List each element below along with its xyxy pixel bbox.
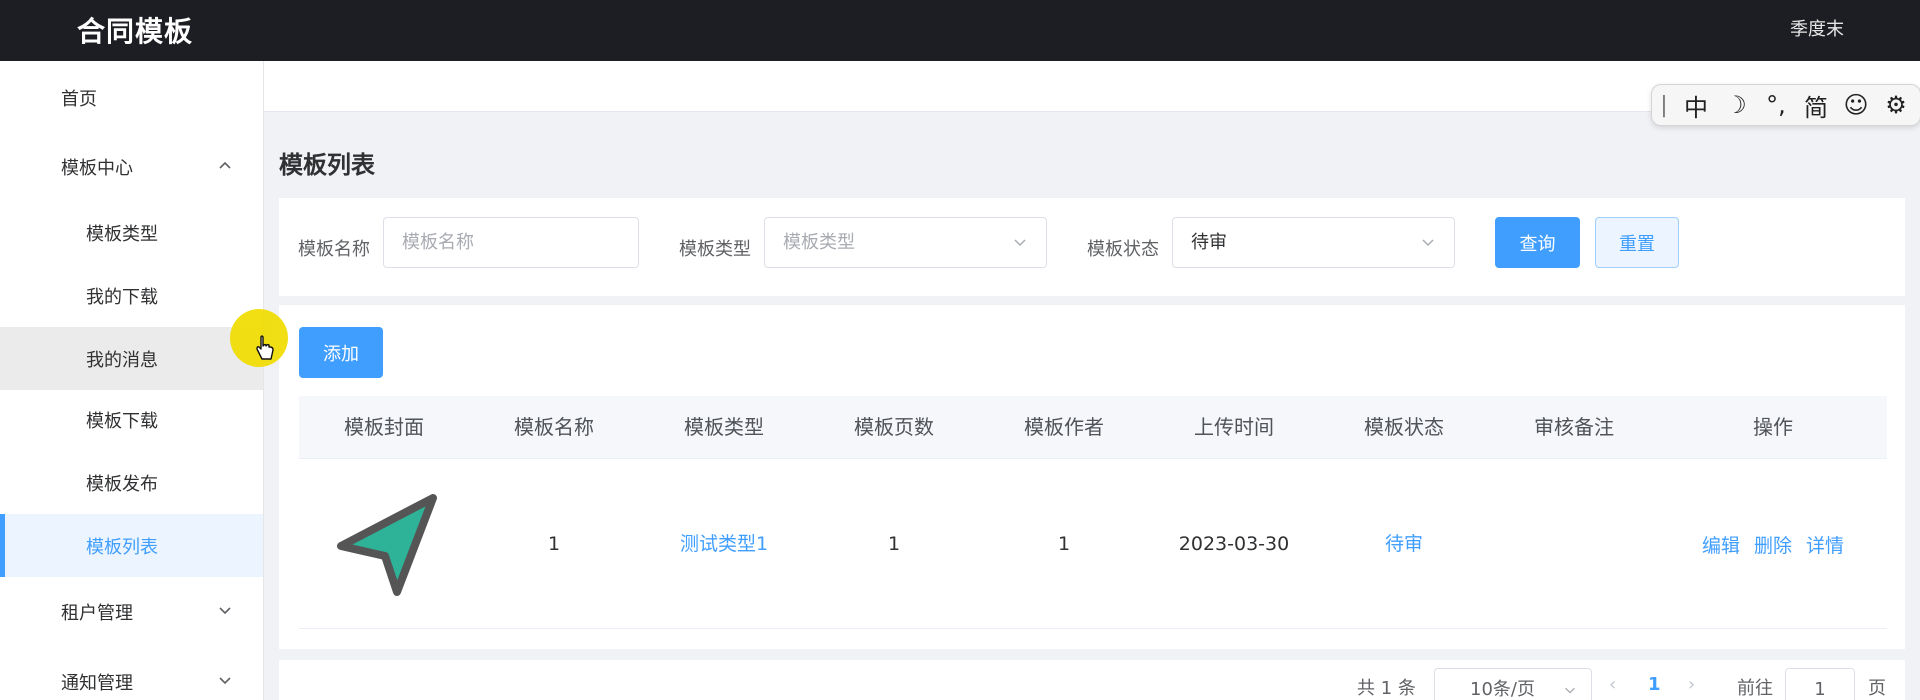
emoji-icon[interactable]: ☺ xyxy=(1836,85,1876,125)
drag-handle-icon[interactable]: | xyxy=(1652,85,1676,125)
total-count: 共 1 条 xyxy=(1357,678,1416,699)
sidebar-item-home[interactable]: 首页 xyxy=(0,66,263,129)
gear-icon[interactable]: ⚙ xyxy=(1876,85,1916,125)
cell-author: 1 xyxy=(1057,533,1071,555)
sidebar-item-label: 模板下载 xyxy=(86,410,158,432)
goto-page-input[interactable]: 1 xyxy=(1785,668,1855,700)
sidebar-item-my-messages[interactable]: 我的消息 xyxy=(0,327,263,390)
cell-upload-time: 2023-03-30 xyxy=(1178,533,1290,555)
column-header: 上传时间 xyxy=(1194,415,1274,439)
template-type-select[interactable]: 模板类型 xyxy=(764,217,1047,268)
sidebar-item-label: 模板发布 xyxy=(86,473,158,495)
column-header: 模板名称 xyxy=(514,415,594,439)
chevron-up-icon xyxy=(219,161,231,169)
sidebar-item-label: 模板中心 xyxy=(61,157,133,179)
chevron-down-icon xyxy=(1014,239,1026,247)
sidebar-item-label: 通知管理 xyxy=(61,672,133,694)
template-name-label: 模板名称 xyxy=(298,239,370,260)
table-row: 1 测试类型1 1 1 2023-03-30 待审 编辑 删除 详情 xyxy=(299,459,1887,629)
page-suffix: 页 xyxy=(1868,678,1886,699)
sidebar-item-label: 租户管理 xyxy=(61,602,133,624)
app-title: 合同模板 xyxy=(77,15,194,48)
column-header: 操作 xyxy=(1753,415,1793,439)
column-header: 模板作者 xyxy=(1024,415,1104,439)
sidebar-item-template-list[interactable]: 模板列表 xyxy=(0,514,263,577)
sidebar-item-label: 模板列表 xyxy=(86,536,158,558)
template-type-label: 模板类型 xyxy=(679,239,751,260)
hand-cursor-icon xyxy=(256,335,274,360)
sidebar-item-template-publish[interactable]: 模板发布 xyxy=(0,451,263,514)
main-content: 模板列表 模板名称 模板名称 模板类型 模板类型 模板状态 待审 查询 重置 添… xyxy=(264,61,1920,700)
simplified-icon[interactable]: 简 xyxy=(1796,85,1836,125)
cell-pages: 1 xyxy=(887,533,901,555)
edit-link[interactable]: 编辑 xyxy=(1702,531,1740,558)
detail-link[interactable]: 详情 xyxy=(1806,531,1844,558)
chevron-down-icon xyxy=(219,677,231,685)
table-card: 添加 模板封面 模板名称 模板类型 模板页数 模板作者 上传时间 模板状态 审核… xyxy=(279,305,1905,649)
goto-label: 前往 xyxy=(1737,678,1773,699)
row-actions: 编辑 删除 详情 xyxy=(1659,459,1887,629)
page-size-value: 10条/页 xyxy=(1470,679,1535,700)
page-number[interactable]: 1 xyxy=(1648,674,1661,695)
table-header: 模板封面 模板名称 模板类型 模板页数 模板作者 上传时间 模板状态 审核备注 … xyxy=(299,396,1887,459)
sidebar-item-label: 我的下载 xyxy=(86,286,158,308)
template-status-value: 待审 xyxy=(1191,232,1227,253)
chinese-mode-icon[interactable]: 中 xyxy=(1676,85,1716,125)
paper-plane-icon xyxy=(337,494,437,596)
user-menu[interactable]: 季度末 xyxy=(1790,15,1844,41)
sidebar-item-tenant-management[interactable]: 租户管理 xyxy=(0,580,263,643)
column-header: 模板状态 xyxy=(1364,415,1444,439)
cell-name: 1 xyxy=(547,533,561,555)
sidebar-item-label: 首页 xyxy=(61,88,97,110)
sidebar-item-label: 我的消息 xyxy=(86,349,158,371)
page-title: 模板列表 xyxy=(279,151,375,179)
sidebar-item-template-download[interactable]: 模板下载 xyxy=(0,388,263,451)
sidebar-item-notification-management[interactable]: 通知管理 xyxy=(0,650,263,700)
cell-status: 待审 xyxy=(1384,533,1423,555)
column-header: 模板类型 xyxy=(684,415,764,439)
punctuation-icon[interactable]: °, xyxy=(1756,85,1796,125)
sidebar-item-label: 模板类型 xyxy=(86,223,158,245)
sidebar: 首页 模板中心 模板类型 我的下载 我的消息 模板下载 模板发布 模板列表 租户… xyxy=(0,61,264,700)
cell-type-link[interactable]: 测试类型1 xyxy=(639,459,809,629)
template-name-input[interactable]: 模板名称 xyxy=(383,217,639,268)
template-status-label: 模板状态 xyxy=(1087,239,1159,260)
ime-toolbar: | 中 ☽ °, 简 ☺ ⚙ xyxy=(1651,84,1920,126)
moon-icon[interactable]: ☽ xyxy=(1716,85,1756,125)
chevron-down-icon xyxy=(1565,687,1575,694)
chevron-down-icon xyxy=(219,607,231,615)
query-button[interactable]: 查询 xyxy=(1495,217,1580,268)
sidebar-item-my-downloads[interactable]: 我的下载 xyxy=(0,264,263,327)
column-header: 模板封面 xyxy=(344,415,424,439)
next-page-button[interactable]: › xyxy=(1688,674,1695,695)
template-type-placeholder: 模板类型 xyxy=(783,232,855,253)
reset-button[interactable]: 重置 xyxy=(1595,217,1679,268)
sidebar-item-template-center[interactable]: 模板中心 xyxy=(0,135,263,198)
pagination: 共 1 条 10条/页 ‹ 1 › 前往 1 页 xyxy=(279,660,1905,700)
column-header: 审核备注 xyxy=(1534,415,1614,439)
sidebar-item-template-types[interactable]: 模板类型 xyxy=(0,201,263,264)
filter-form: 模板名称 模板名称 模板类型 模板类型 模板状态 待审 查询 重置 xyxy=(279,198,1905,296)
top-header: 合同模板 季度末 xyxy=(0,0,1920,61)
delete-link[interactable]: 删除 xyxy=(1754,531,1792,558)
column-header: 模板页数 xyxy=(854,415,934,439)
cell-remark xyxy=(1489,459,1659,629)
template-status-select[interactable]: 待审 xyxy=(1172,217,1455,268)
page-size-select[interactable]: 10条/页 xyxy=(1434,668,1592,700)
add-button[interactable]: 添加 xyxy=(299,327,383,378)
prev-page-button[interactable]: ‹ xyxy=(1609,674,1616,695)
chevron-down-icon xyxy=(1422,239,1434,247)
